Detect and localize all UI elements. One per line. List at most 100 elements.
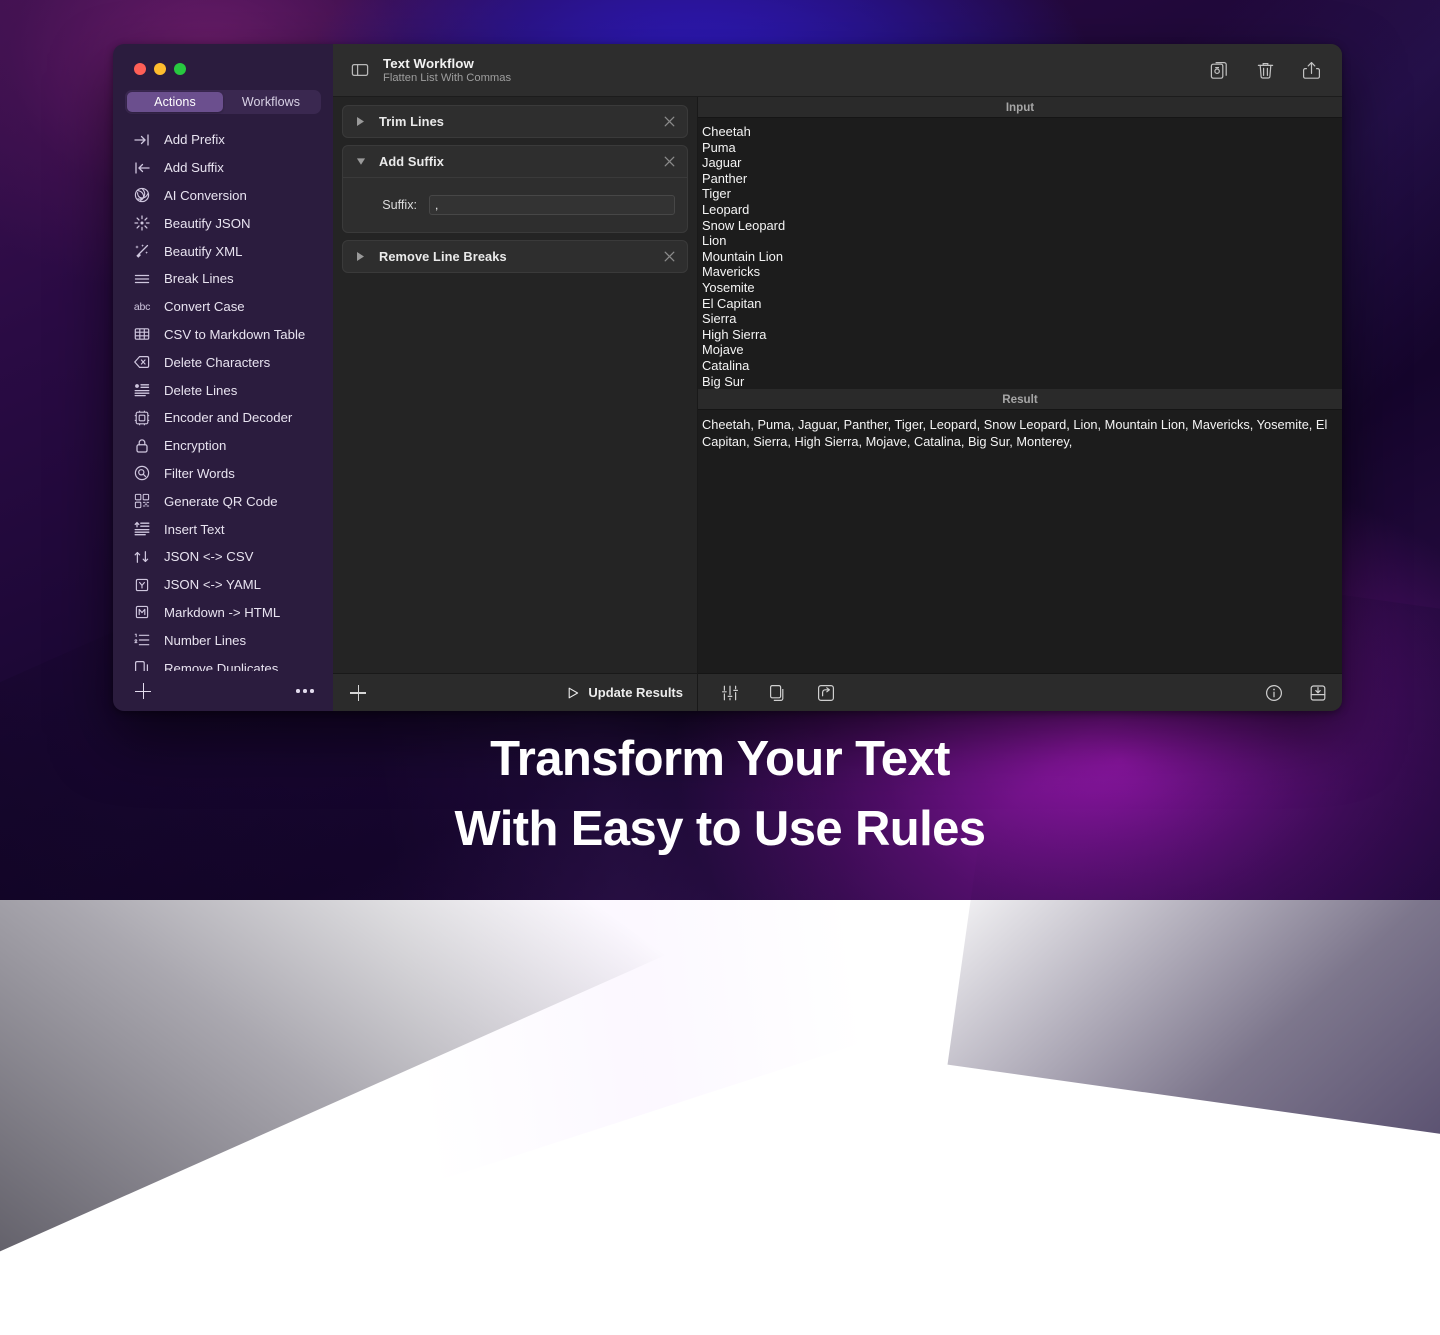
sidebar-item-label: Delete Characters [164,355,270,370]
page-title: Text Workflow [383,56,511,71]
insert-line-icon [133,520,151,538]
disclosure-expanded-icon[interactable] [356,156,366,167]
more-options-button[interactable] [296,689,314,693]
trash-icon[interactable] [1254,59,1276,81]
sidebar-item-remove-duplicates[interactable]: Remove Duplicates [113,654,333,671]
suffix-input[interactable]: , [429,195,675,215]
sidebar-item-insert-text[interactable]: Insert Text [113,515,333,543]
step-card-trim-lines: Trim Lines [342,105,688,138]
step-header[interactable]: Trim Lines [343,106,687,137]
result-pane-header: Result [698,389,1342,410]
sliders-icon[interactable] [720,683,740,703]
titlebar: Text Workflow Flatten List With Commas [333,44,1342,97]
sidebar-item-label: CSV to Markdown Table [164,327,305,342]
update-results-button[interactable]: Update Results [568,685,683,700]
disclosure-collapsed-icon[interactable] [356,116,366,127]
arrow-to-right-icon [133,131,151,149]
add-action-button[interactable] [135,683,151,699]
sidebar-item-number-lines[interactable]: Number Lines [113,626,333,654]
sidebar-item-encryption[interactable]: Encryption [113,432,333,460]
sidebar-item-generate-qr-code[interactable]: Generate QR Code [113,487,333,515]
sidebar-item-label: Add Suffix [164,160,224,175]
sidebar-item-csv-to-markdown-table[interactable]: CSV to Markdown Table [113,321,333,349]
qr-code-icon [133,492,151,510]
close-icon[interactable] [662,154,677,169]
magnifier-circle-icon [133,464,151,482]
suffix-field-label: Suffix: [355,198,417,212]
update-results-label: Update Results [588,685,683,700]
step-header[interactable]: Remove Line Breaks [343,241,687,272]
tab-actions[interactable]: Actions [127,92,223,112]
abc-icon: abc [133,298,151,316]
sidebar-item-label: Encoder and Decoder [164,410,292,425]
sparkle-burst-icon [133,214,151,232]
add-step-button[interactable] [350,685,366,701]
close-icon[interactable] [662,249,677,264]
sidebar-item-label: Number Lines [164,633,246,648]
caption-line-1: Transform Your Text [0,724,1440,794]
sidebar-item-delete-lines[interactable]: Delete Lines [113,376,333,404]
minimize-window-button[interactable] [154,63,166,75]
copies-icon [133,659,151,671]
share-icon[interactable] [1300,59,1322,81]
input-textarea[interactable]: Cheetah Puma Jaguar Panther Tiger Leopar… [698,118,1342,389]
zoom-window-button[interactable] [174,63,186,75]
lines-icon [133,270,151,288]
copy-documents-icon[interactable] [768,683,788,703]
sidebar-item-label: Markdown -> HTML [164,605,280,620]
io-right-icons [1264,683,1328,703]
sidebar-item-json-csv[interactable]: JSON <-> CSV [113,543,333,571]
close-icon[interactable] [662,114,677,129]
swap-arrows-icon [133,548,151,566]
steps-column: Trim Lines Add Suffix [333,97,698,711]
sidebar-item-encoder-and-decoder[interactable]: Encoder and Decoder [113,404,333,432]
sidebar-item-convert-case[interactable]: abc Convert Case [113,293,333,321]
sidebar-item-filter-words[interactable]: Filter Words [113,460,333,488]
magic-wand-sparkle-icon [133,242,151,260]
step-title: Add Suffix [379,154,444,169]
sidebar-item-label: Add Prefix [164,132,225,147]
sidebar-toggle-icon[interactable] [350,60,370,80]
letter-y-box-icon [133,576,151,594]
delete-backward-icon [133,353,151,371]
sidebar-item-beautify-xml[interactable]: Beautify XML [113,237,333,265]
arrow-to-left-icon [133,159,151,177]
step-header[interactable]: Add Suffix [343,146,687,177]
app-window: Actions Workflows Add Prefix Add Suffix [113,44,1342,711]
result-pane: Result Cheetah, Puma, Jaguar, Panther, T… [698,389,1342,673]
sidebar-item-label: Beautify XML [164,244,242,259]
io-footer [698,673,1342,711]
result-textarea[interactable]: Cheetah, Puma, Jaguar, Panther, Tiger, L… [698,410,1342,673]
table-grid-icon [133,325,151,343]
info-circle-icon[interactable] [1264,683,1284,703]
tab-actions-label: Actions [154,95,196,109]
sidebar-item-markdown-html[interactable]: Markdown -> HTML [113,599,333,627]
sidebar-item-label: Insert Text [164,522,225,537]
sidebar-item-ai-conversion[interactable]: AI Conversion [113,182,333,210]
titlebar-actions [1208,59,1322,81]
sidebar-item-label: AI Conversion [164,188,247,203]
download-box-icon[interactable] [1308,683,1328,703]
caption-line-2: With Easy to Use Rules [0,794,1440,864]
sidebar-item-add-prefix[interactable]: Add Prefix [113,126,333,154]
close-window-button[interactable] [134,63,146,75]
sidebar-item-delete-characters[interactable]: Delete Characters [113,348,333,376]
disclosure-collapsed-icon[interactable] [356,251,366,262]
sidebar-item-json-yaml[interactable]: JSON <-> YAML [113,571,333,599]
sidebar-item-label: JSON <-> YAML [164,577,261,592]
boxed-arrow-icon[interactable] [816,683,836,703]
body-split: Trim Lines Add Suffix [333,97,1342,711]
sidebar-item-label: Encryption [164,438,226,453]
step-card-remove-line-breaks: Remove Line Breaks [342,240,688,273]
sidebar-item-label: Convert Case [164,299,245,314]
duplicate-icon[interactable] [1208,59,1230,81]
sidebar-item-add-suffix[interactable]: Add Suffix [113,154,333,182]
sidebar-item-label: Beautify JSON [164,216,251,231]
tab-workflows[interactable]: Workflows [223,92,319,112]
letter-m-box-icon [133,603,151,621]
sidebar-item-beautify-json[interactable]: Beautify JSON [113,209,333,237]
sidebar-item-break-lines[interactable]: Break Lines [113,265,333,293]
sidebar-item-label: Break Lines [164,271,234,286]
title-block: Text Workflow Flatten List With Commas [383,56,511,84]
step-title: Remove Line Breaks [379,249,507,264]
